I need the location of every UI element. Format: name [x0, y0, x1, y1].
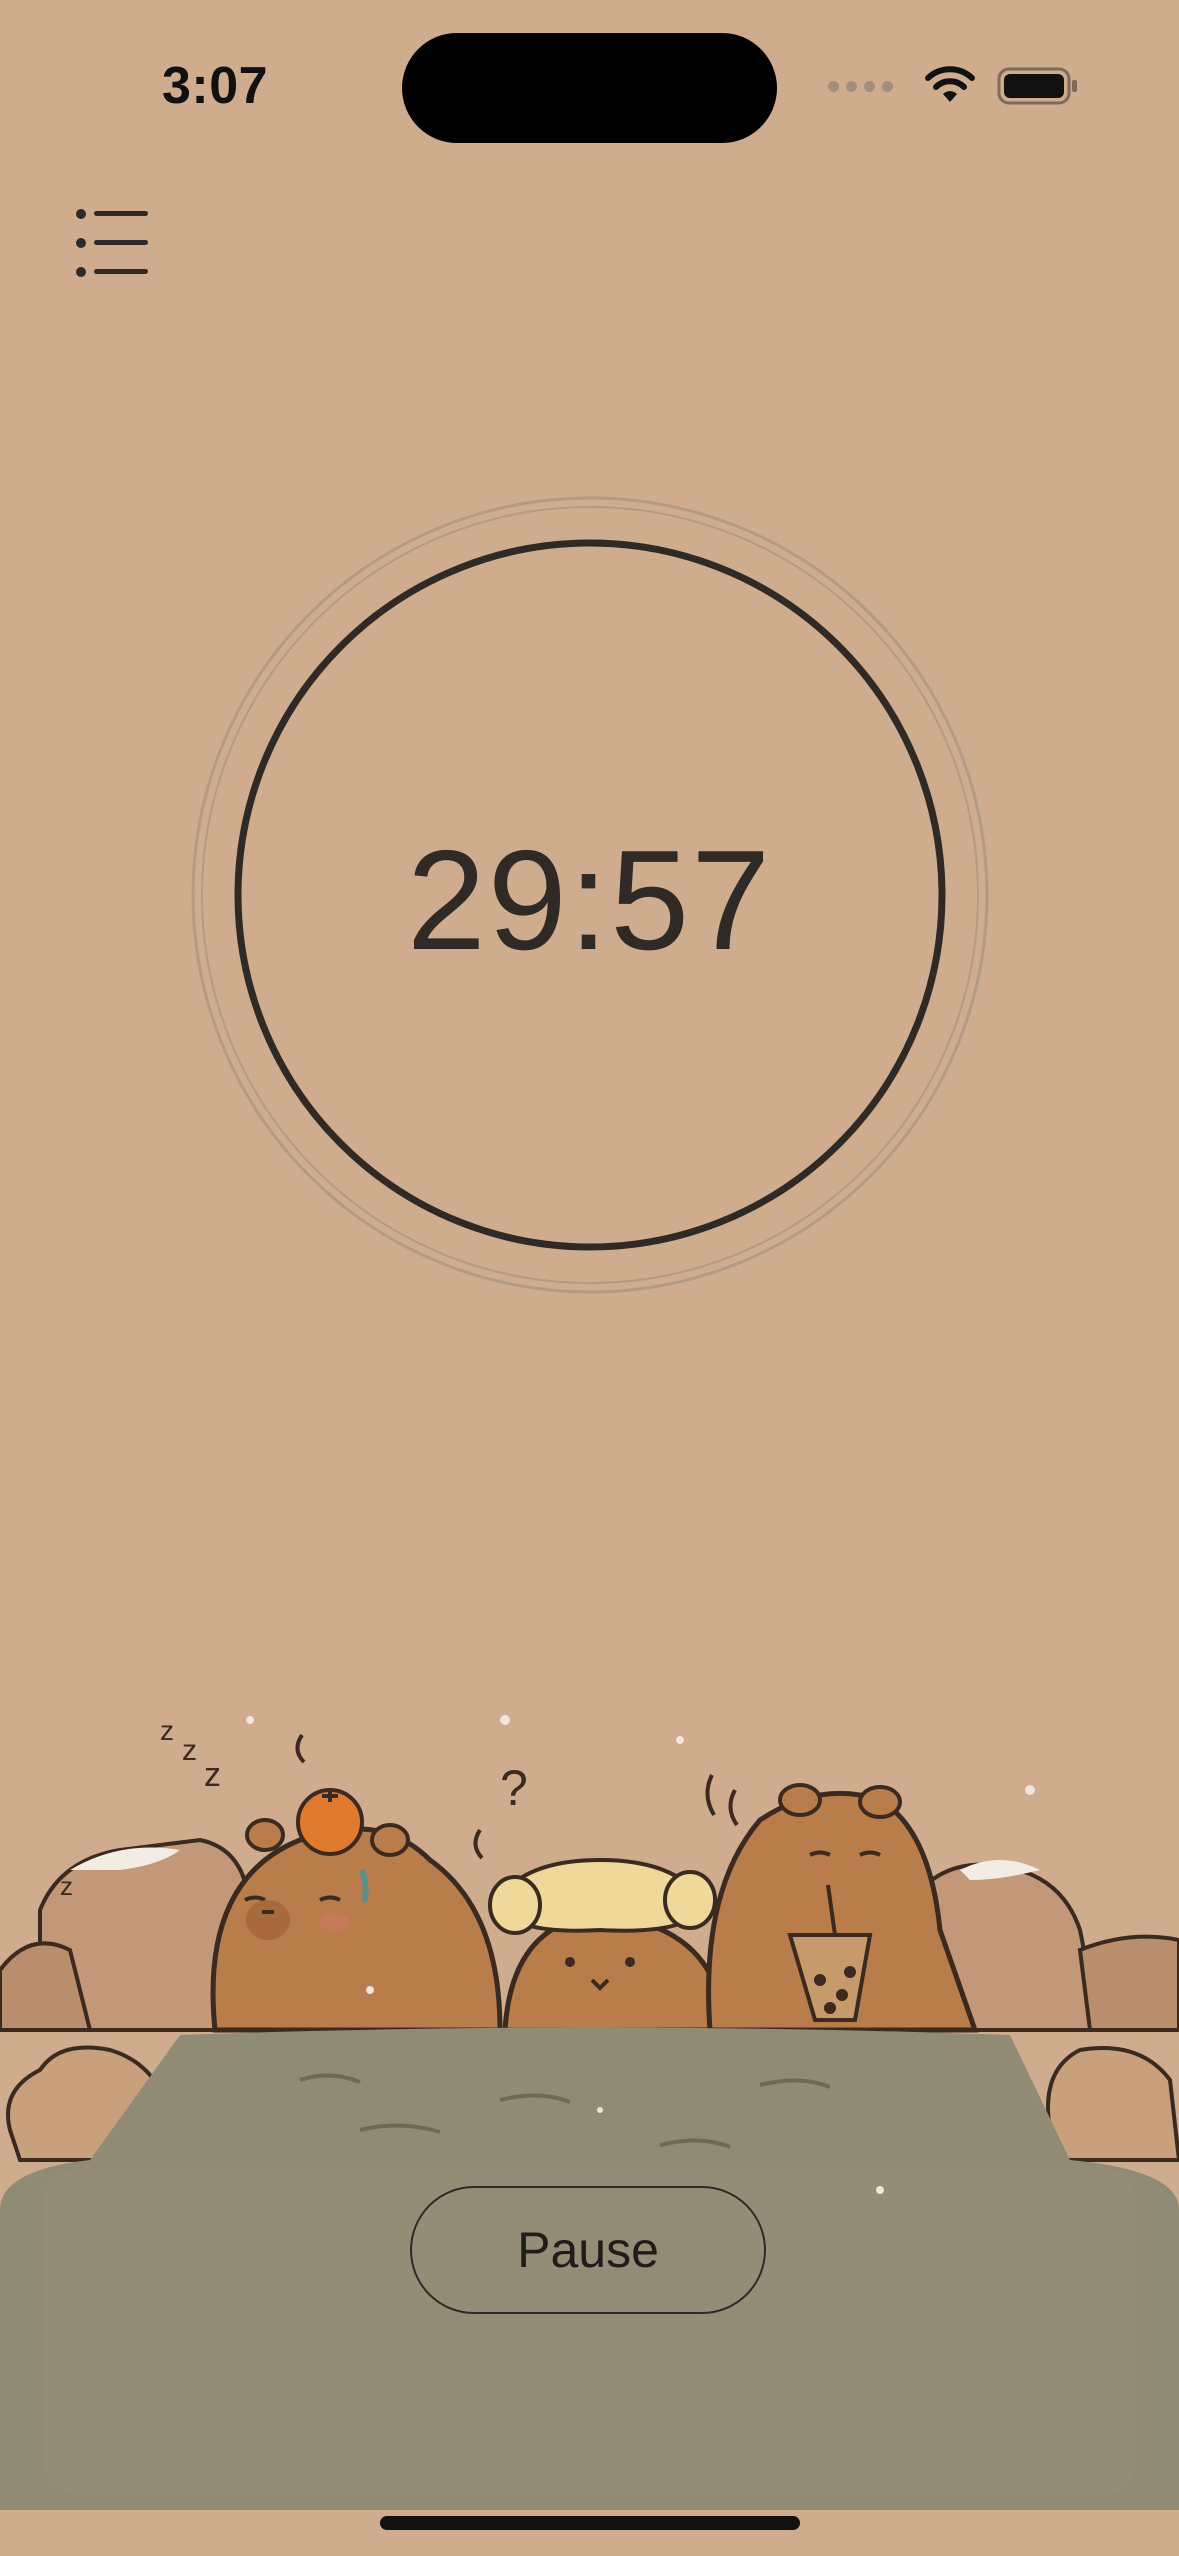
menu-button[interactable] [74, 206, 150, 280]
timer-display: 29:57 [406, 821, 773, 980]
battery-icon [997, 67, 1077, 105]
signal-dots-icon [828, 80, 893, 92]
wifi-icon [925, 66, 975, 102]
status-icons [828, 66, 1079, 106]
svg-text:z: z [204, 1756, 221, 1794]
status-time: 3:07 [162, 57, 269, 115]
home-indicator[interactable] [380, 2516, 800, 2530]
dynamic-island [402, 33, 777, 143]
list-icon [76, 209, 148, 277]
timer-dial: 29:57 [0, 490, 1179, 1300]
pause-button[interactable]: Pause [410, 2186, 766, 2314]
capybara-hot-spring-illustration: z z z z ? [0, 1715, 1179, 2510]
svg-text:z: z [60, 1871, 73, 1901]
svg-text:z: z [160, 1715, 174, 1746]
svg-text:?: ? [500, 1760, 528, 1816]
svg-text:z: z [182, 1734, 197, 1767]
